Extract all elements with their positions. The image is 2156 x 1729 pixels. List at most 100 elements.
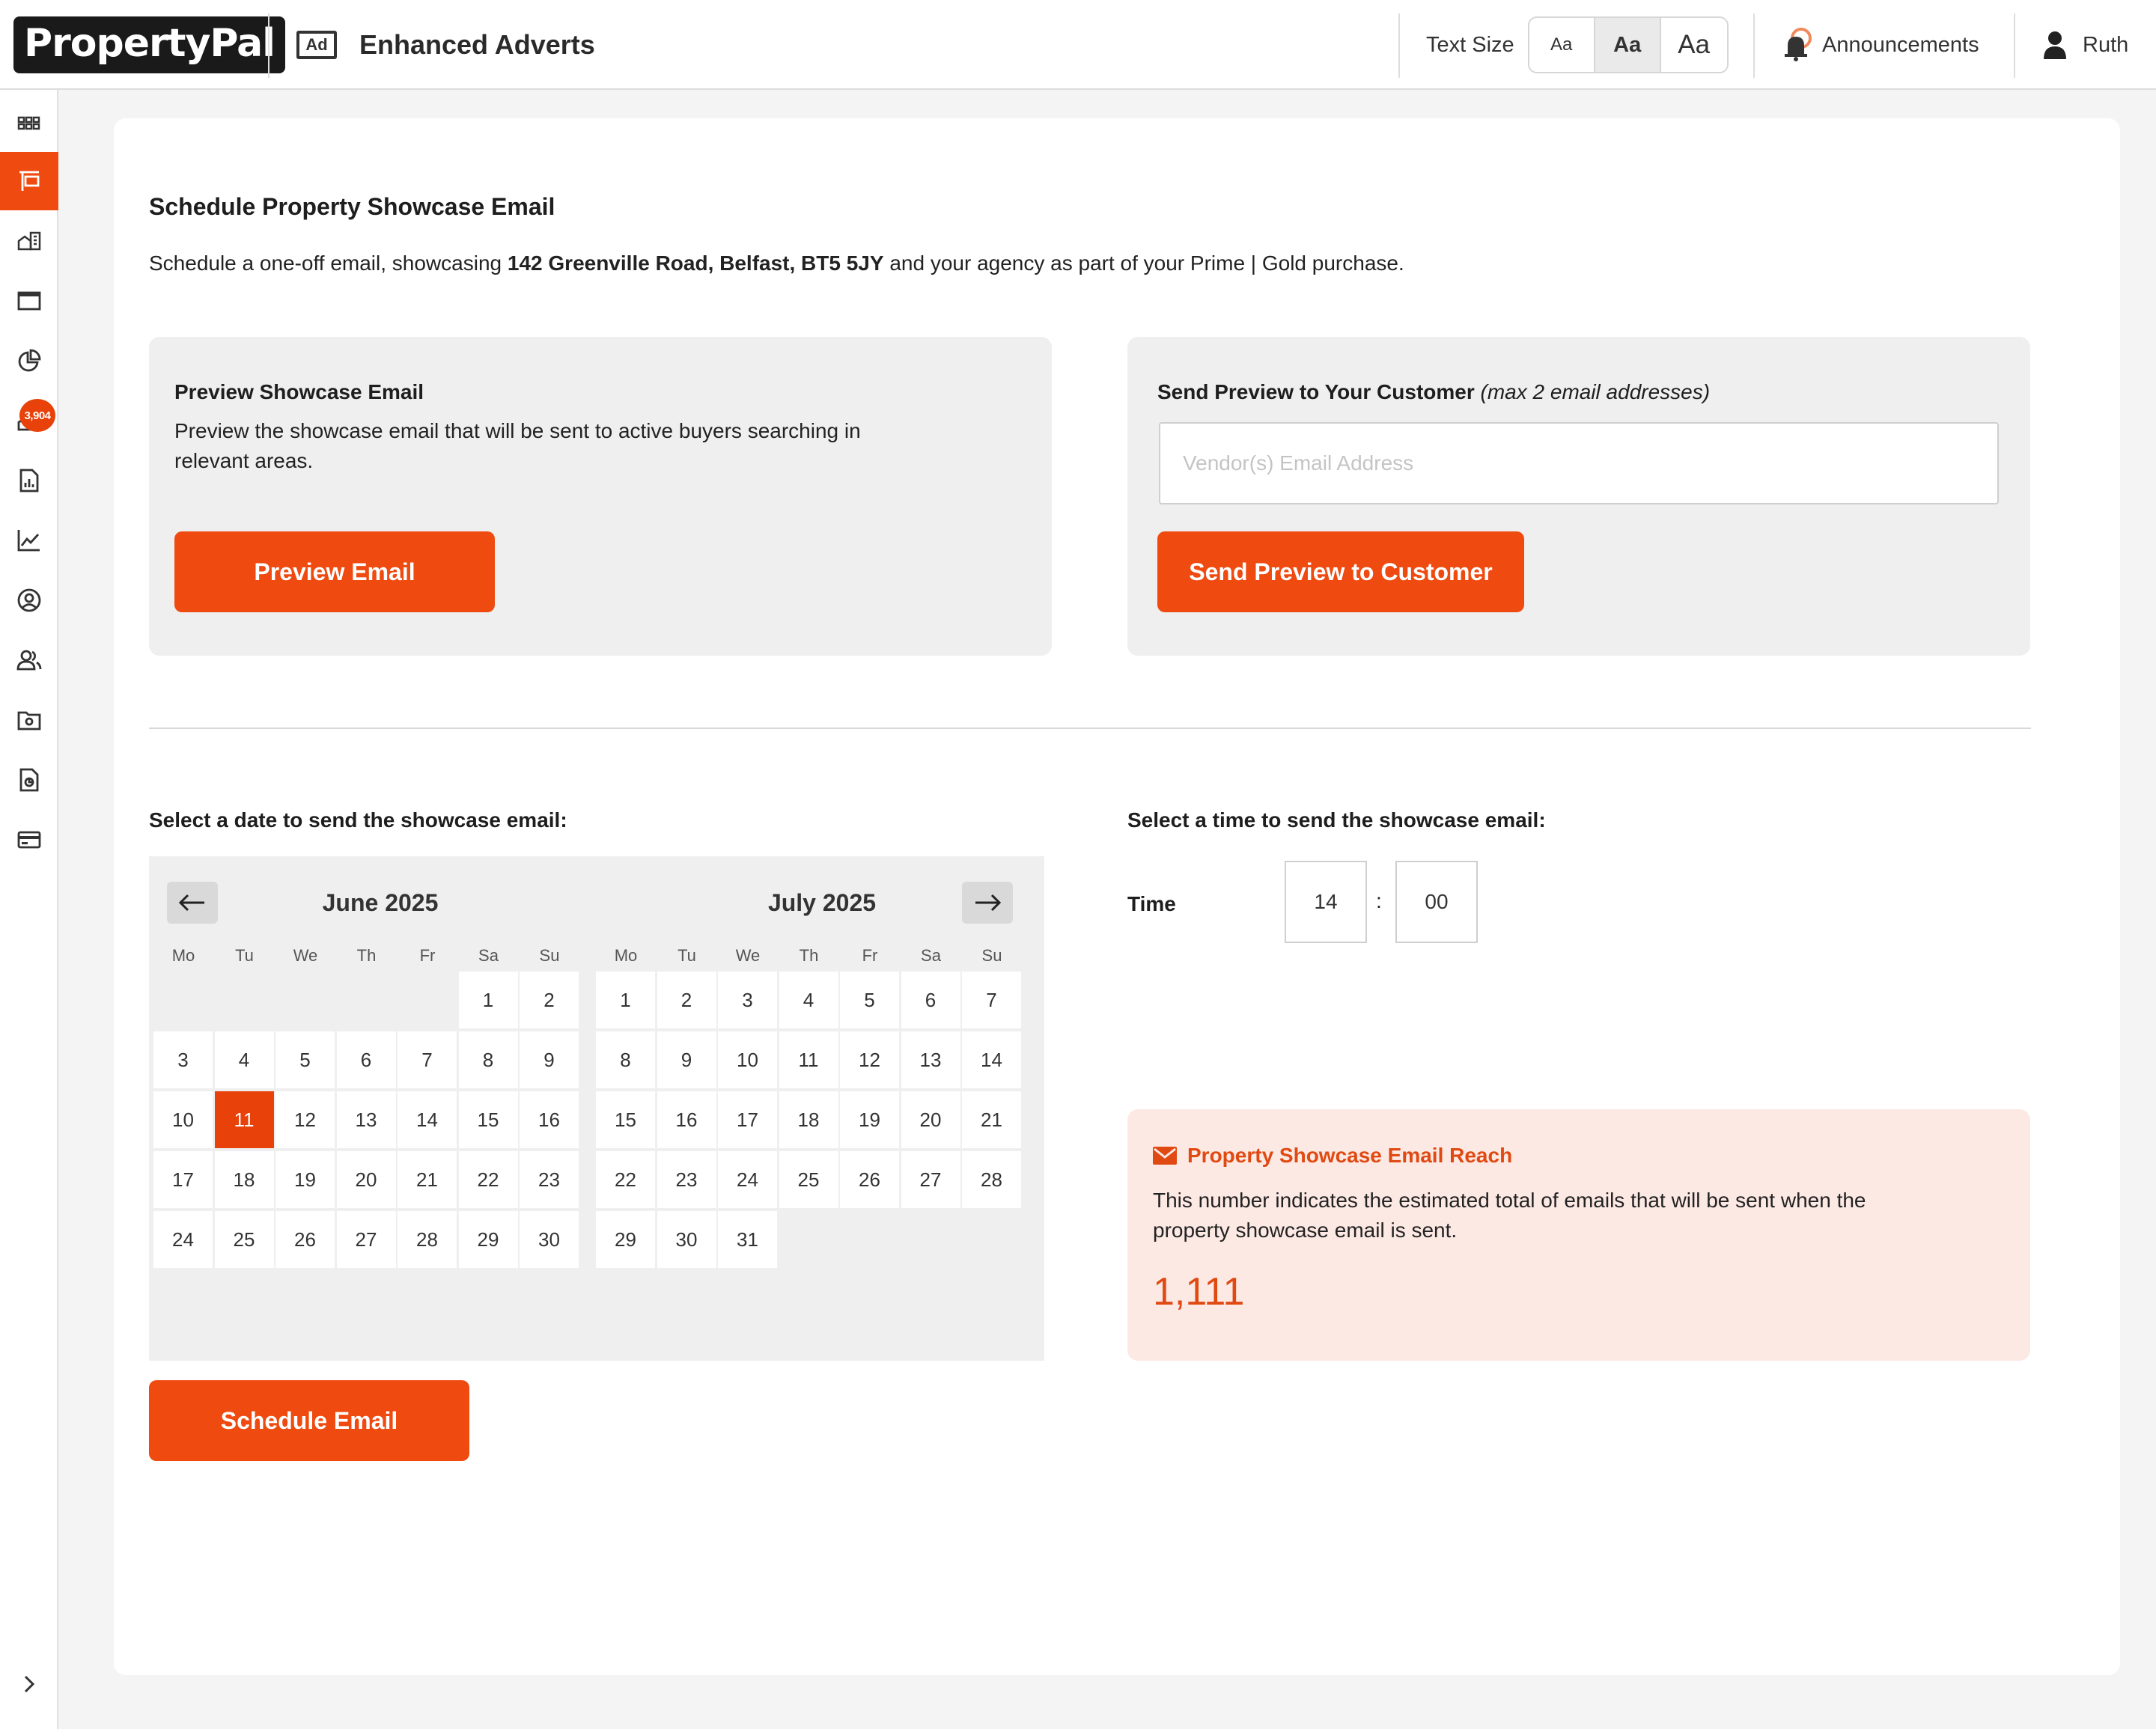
calendar-day[interactable]: 2	[657, 972, 716, 1028]
calendar-day[interactable]: 20	[336, 1151, 396, 1208]
report-icon	[19, 469, 39, 493]
calendar-day[interactable]: 15	[596, 1091, 655, 1148]
calendar-day[interactable]: 25	[214, 1211, 274, 1268]
calendar-day[interactable]: 1	[596, 972, 655, 1028]
preview-email-button[interactable]: Preview Email	[174, 531, 495, 612]
calendar-day[interactable]: 7	[962, 972, 1021, 1028]
sidebar-item-properties[interactable]	[0, 212, 58, 270]
calendar-day[interactable]: 28	[398, 1211, 457, 1268]
vendor-email-input[interactable]	[1159, 422, 1999, 504]
schedule-email-button[interactable]: Schedule Email	[149, 1380, 469, 1461]
minute-input[interactable]	[1395, 861, 1478, 943]
sidebar-item-settings[interactable]	[0, 691, 58, 749]
calendar-day[interactable]: 21	[398, 1151, 457, 1208]
calendar-day[interactable]: 17	[718, 1091, 777, 1148]
calendar-day[interactable]: 16	[657, 1091, 716, 1148]
calendar-day[interactable]: 12	[275, 1091, 335, 1148]
sidebar-item-dashboard[interactable]	[0, 94, 58, 152]
calendar-day[interactable]: 30	[657, 1211, 716, 1268]
reach-description: This number indicates the estimated tota…	[1153, 1189, 1866, 1242]
calendar-day[interactable]: 17	[153, 1151, 213, 1208]
calendar-day[interactable]: 14	[398, 1091, 457, 1148]
sidebar-item-documents[interactable]	[0, 751, 58, 809]
calendar-day[interactable]: 2	[520, 972, 579, 1028]
sidebar-item-performance[interactable]	[0, 511, 58, 570]
sidebar-item-analytics[interactable]	[0, 332, 58, 390]
calendar-day[interactable]: 8	[458, 1031, 518, 1088]
page-title: Schedule Property Showcase Email	[149, 193, 555, 220]
calendar-day[interactable]: 4	[214, 1031, 274, 1088]
text-size-small-button[interactable]: Aa	[1529, 18, 1595, 72]
calendar-next-button[interactable]	[962, 882, 1013, 924]
calendar-day[interactable]: 15	[458, 1091, 518, 1148]
sidebar-item-users[interactable]	[0, 631, 58, 689]
calendar-day[interactable]: 14	[962, 1031, 1021, 1088]
product-switcher[interactable]: Ad Enhanced Adverts	[296, 0, 595, 90]
calendar-day[interactable]: 10	[153, 1091, 213, 1148]
calendar-day[interactable]: 5	[275, 1031, 335, 1088]
calendar-day[interactable]: 22	[458, 1151, 518, 1208]
calendar-day[interactable]: 18	[214, 1151, 274, 1208]
calendar-day[interactable]: 12	[840, 1031, 899, 1088]
calendar-day[interactable]: 26	[275, 1211, 335, 1268]
sidebar-item-window[interactable]	[0, 272, 58, 330]
announcements-button[interactable]: Announcements	[1782, 0, 1979, 90]
weekday-header: Su	[981, 946, 1002, 965]
calendar-day[interactable]: 24	[153, 1211, 213, 1268]
calendar-day[interactable]: 19	[840, 1091, 899, 1148]
calendar-day[interactable]: 27	[336, 1211, 396, 1268]
reach-title: Property Showcase Email Reach	[1187, 1144, 1513, 1167]
user-menu[interactable]: Ruth	[2042, 0, 2128, 90]
calendar-day[interactable]: 19	[275, 1151, 335, 1208]
calendar-day[interactable]: 25	[779, 1151, 838, 1208]
calendar-day[interactable]: 20	[901, 1091, 960, 1148]
calendar-day[interactable]: 5	[840, 972, 899, 1028]
calendar-day[interactable]: 24	[718, 1151, 777, 1208]
sidebar-item-account[interactable]	[0, 571, 58, 629]
calendar-day[interactable]: 6	[901, 972, 960, 1028]
calendar-day[interactable]: 6	[336, 1031, 396, 1088]
calendar-day[interactable]: 21	[962, 1091, 1021, 1148]
preview-card: Preview Showcase Email Preview the showc…	[149, 337, 1052, 656]
calendar-day[interactable]: 29	[596, 1211, 655, 1268]
calendar-day[interactable]: 3	[718, 972, 777, 1028]
calendar-prev-button[interactable]	[167, 882, 218, 924]
calendar-day[interactable]: 3	[153, 1031, 213, 1088]
calendar-day[interactable]: 30	[520, 1211, 579, 1268]
calendar-day[interactable]: 23	[657, 1151, 716, 1208]
calendar-day[interactable]: 28	[962, 1151, 1021, 1208]
weekday-header: We	[293, 946, 318, 965]
email-reach-card: Property Showcase Email Reach This numbe…	[1127, 1109, 2030, 1361]
calendar-day-selected[interactable]: 11	[214, 1091, 274, 1148]
calendar-day[interactable]: 22	[596, 1151, 655, 1208]
sidebar-item-enhanced-adverts[interactable]	[0, 152, 58, 210]
sidebar-item-inbox[interactable]: 3,904	[0, 391, 58, 450]
calendar-day[interactable]: 18	[779, 1091, 838, 1148]
calendar-day[interactable]: 27	[901, 1151, 960, 1208]
calendar-day[interactable]: 9	[520, 1031, 579, 1088]
calendar-day[interactable]: 4	[779, 972, 838, 1028]
calendar-day[interactable]: 10	[718, 1031, 777, 1088]
calendar-day[interactable]: 16	[520, 1091, 579, 1148]
calendar-day[interactable]: 9	[657, 1031, 716, 1088]
text-size-large-button[interactable]: Aa	[1660, 18, 1727, 72]
sidebar-expand-button[interactable]	[18, 1673, 40, 1699]
calendar-day[interactable]: 26	[840, 1151, 899, 1208]
calendar-day[interactable]: 31	[718, 1211, 777, 1268]
send-preview-button[interactable]: Send Preview to Customer	[1157, 531, 1524, 612]
calendar-day[interactable]: 8	[596, 1031, 655, 1088]
propertypal-logo[interactable]: PropertyPal	[13, 13, 285, 76]
calendar-day[interactable]: 13	[901, 1031, 960, 1088]
calendar-day[interactable]: 11	[779, 1031, 838, 1088]
calendar-day[interactable]: 7	[398, 1031, 457, 1088]
calendar-day[interactable]: 23	[520, 1151, 579, 1208]
text-size-medium-button[interactable]: Aa	[1595, 18, 1661, 72]
arrow-right-icon	[975, 894, 1002, 912]
calendar-day[interactable]: 1	[458, 972, 518, 1028]
calendar-day[interactable]: 29	[458, 1211, 518, 1268]
sidebar-item-billing[interactable]	[0, 811, 58, 869]
product-title: Enhanced Adverts	[359, 29, 595, 60]
sidebar-item-reports[interactable]	[0, 451, 58, 510]
hour-input[interactable]	[1285, 861, 1367, 943]
calendar-day[interactable]: 13	[336, 1091, 396, 1148]
